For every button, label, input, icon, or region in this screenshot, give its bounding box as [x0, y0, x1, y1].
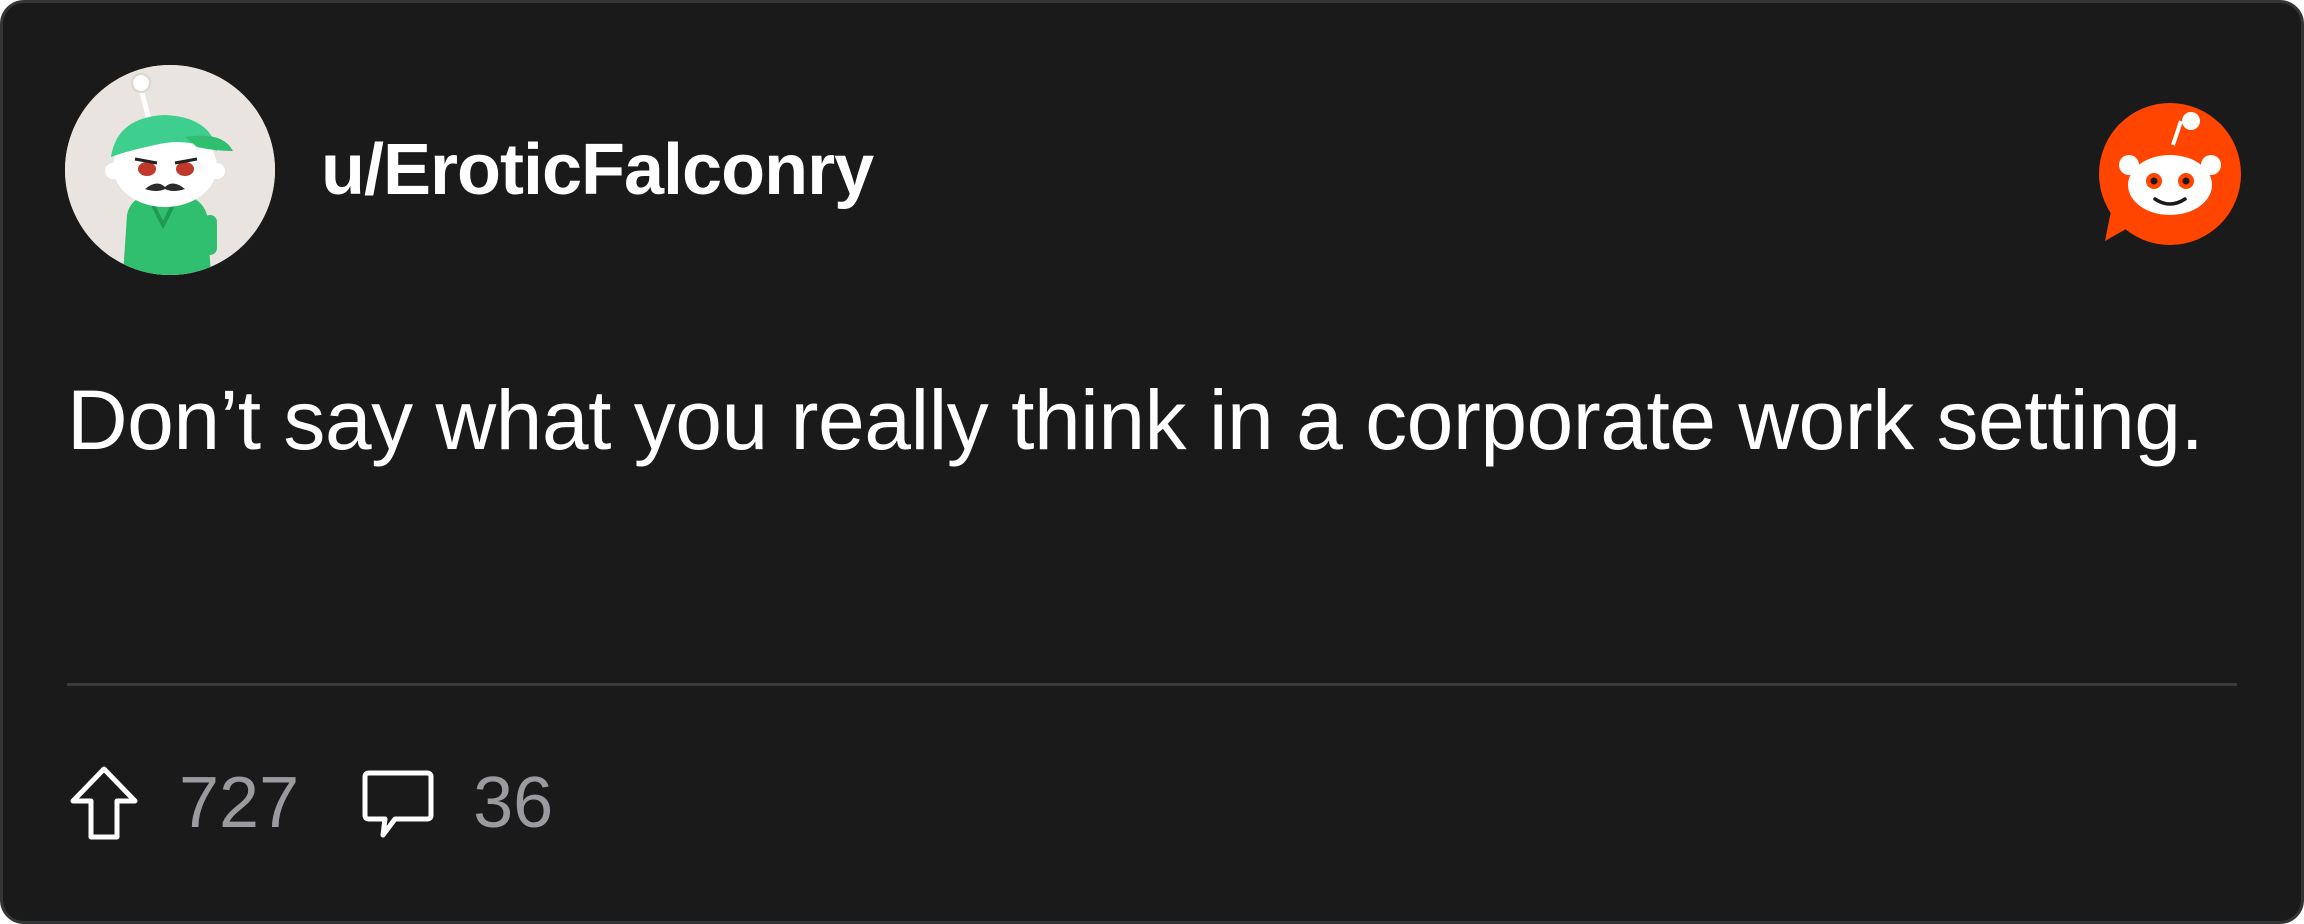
post-header: u/EroticFalconry — [65, 65, 874, 275]
comment-count: 36 — [473, 763, 554, 843]
comment-button[interactable]: 36 — [361, 762, 553, 844]
user-avatar[interactable] — [65, 65, 275, 275]
post-body: Don’t say what you really think in a cor… — [67, 373, 2204, 467]
post-actions: 727 36 — [67, 763, 615, 843]
reddit-logo-icon — [2099, 103, 2241, 245]
post-card[interactable]: u/EroticFalconry Don’t say what you real… — [0, 0, 2304, 924]
comment-bubble-icon — [362, 770, 434, 838]
upvote-arrow-icon — [70, 766, 138, 840]
divider — [67, 683, 2237, 686]
username[interactable]: u/EroticFalconry — [321, 129, 874, 211]
snoo-avatar-icon — [65, 65, 275, 275]
upvote-count: 727 — [179, 763, 300, 843]
upvote-button[interactable]: 727 — [67, 762, 299, 844]
